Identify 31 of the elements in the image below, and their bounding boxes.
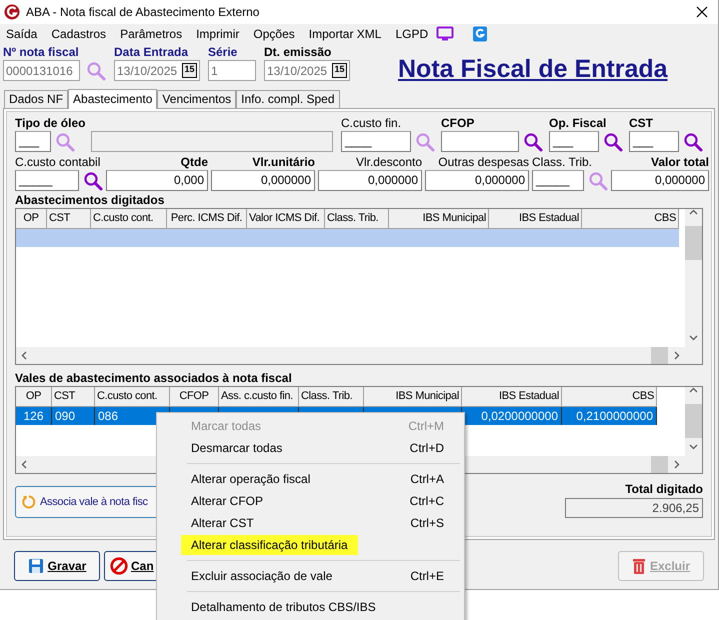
field-label: Vlr.unitário: [251, 155, 315, 170]
field-label: Valor total: [650, 155, 709, 170]
shortcut-text: Ctrl+D: [410, 440, 444, 457]
field-label: CFOP: [441, 116, 476, 131]
field-label: CST: [629, 116, 654, 131]
field-label: C.custo contabil: [15, 155, 102, 170]
table-cell: 090: [52, 407, 95, 425]
field-label: Class. Trib.: [532, 155, 594, 170]
field-label: Dt. emissão: [264, 45, 332, 60]
shortcut-text: Ctrl+C: [410, 493, 444, 510]
window-title: ABA - Nota fiscal de Abastecimento Externo: [26, 4, 260, 21]
field-label: Série: [208, 45, 238, 60]
section-title: Abastecimentos digitados: [15, 193, 166, 208]
field-label: Outras despesas: [437, 155, 529, 170]
table-cell: 126: [16, 407, 52, 425]
shortcut-text: Ctrl+A: [410, 471, 444, 488]
field-label: Op. Fiscal: [549, 116, 608, 131]
total-label: Total digitado: [625, 481, 703, 498]
field-label: Qtde: [180, 155, 208, 170]
field-label: Nº nota fiscal: [3, 45, 80, 60]
page-heading: Nota Fiscal de Entrada: [398, 54, 668, 85]
field-label: Vlr.desconto: [354, 155, 422, 170]
shortcut-text: Ctrl+S: [410, 515, 444, 532]
field-label: C.custo fin.: [341, 116, 402, 131]
table-cell: 0,2100000000: [562, 407, 657, 425]
section-title: Vales de abastecimento associados à nota fiscal: [15, 371, 293, 386]
shortcut-text: Ctrl+E: [410, 568, 444, 585]
field-label: Tipo de óleo: [15, 116, 86, 131]
shortcut-text: Ctrl+M: [408, 418, 444, 435]
field-label: Data Entrada: [114, 45, 190, 60]
total-field: 2.906,25: [565, 498, 703, 518]
